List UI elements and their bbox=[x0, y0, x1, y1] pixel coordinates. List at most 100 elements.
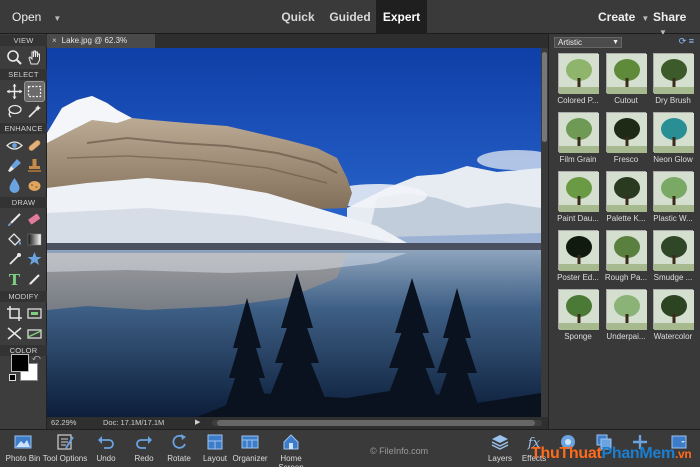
doc-size: Doc: 17.1M/17.1M bbox=[103, 418, 165, 427]
filter-thumbnail[interactable]: Sponge bbox=[555, 289, 601, 341]
filter-thumbnail[interactable]: Smudge ... bbox=[650, 230, 696, 282]
filter-thumbnail[interactable]: Neon Glow bbox=[650, 112, 696, 164]
bottom-bar: Photo Bin Tool Options Undo Redo Rotate … bbox=[0, 429, 700, 467]
hand-tool[interactable] bbox=[25, 48, 44, 67]
zoom-level[interactable]: 62.29% bbox=[51, 417, 76, 429]
vertical-scrollbar[interactable] bbox=[541, 48, 548, 417]
spot-healing-tool[interactable] bbox=[25, 136, 44, 155]
filter-thumbnail[interactable]: Dry Brush bbox=[650, 53, 696, 105]
photo-bin-button[interactable]: Photo Bin bbox=[4, 432, 42, 463]
pencil-tool[interactable] bbox=[25, 270, 44, 289]
filter-thumbnail[interactable]: Poster Ed... bbox=[555, 230, 601, 282]
filter-label: Watercolor bbox=[653, 332, 693, 341]
eyedropper-tool[interactable] bbox=[5, 250, 24, 269]
marquee-tool[interactable] bbox=[24, 81, 45, 102]
tree-preview-icon bbox=[559, 231, 599, 271]
content-aware-move-tool[interactable] bbox=[5, 324, 24, 343]
filter-thumbnail[interactable]: Underpai... bbox=[603, 289, 649, 341]
rotate-button[interactable]: Rotate bbox=[164, 432, 194, 463]
filter-thumbnail[interactable]: Film Grain bbox=[555, 112, 601, 164]
chevron-right-icon[interactable]: ▶ bbox=[195, 417, 200, 429]
sponge-icon bbox=[28, 181, 41, 191]
sponge-tool[interactable] bbox=[25, 176, 44, 195]
eraser-tool[interactable] bbox=[25, 210, 44, 229]
tab-expert[interactable]: Expert bbox=[376, 0, 427, 34]
horizontal-scrollbar-thumb[interactable] bbox=[217, 420, 535, 426]
type-tool[interactable]: T bbox=[5, 270, 24, 289]
crop-tool[interactable] bbox=[5, 304, 24, 323]
red-eye-tool[interactable] bbox=[5, 136, 24, 155]
tool-options-button[interactable]: Tool Options bbox=[42, 432, 88, 463]
quick-selection-tool[interactable] bbox=[25, 102, 44, 121]
organizer-button[interactable]: Organizer bbox=[232, 432, 268, 463]
eraser-icon bbox=[28, 213, 41, 225]
eye-icon bbox=[6, 141, 23, 150]
move-tool[interactable] bbox=[5, 82, 24, 101]
undo-button[interactable]: Undo bbox=[92, 432, 120, 463]
tab-quick[interactable]: Quick bbox=[275, 0, 321, 34]
swap-colors-icon[interactable]: ⤺ bbox=[32, 353, 41, 363]
filter-label: Paint Dau... bbox=[557, 214, 599, 223]
smart-brush-tool[interactable] bbox=[5, 156, 24, 175]
default-colors-icon[interactable] bbox=[9, 374, 16, 381]
clone-stamp-tool[interactable] bbox=[25, 156, 44, 175]
document-tab[interactable]: ×Lake.jpg @ 62.3% (RGB/8) bbox=[47, 34, 155, 59]
tab-guided[interactable]: Guided bbox=[326, 0, 374, 34]
home-screen-button[interactable]: Home Screen bbox=[268, 432, 314, 467]
paint-bucket-tool[interactable] bbox=[5, 230, 24, 249]
recompose-tool[interactable] bbox=[25, 304, 44, 323]
create-button[interactable]: Create ▼ bbox=[598, 10, 649, 24]
filter-thumbnail[interactable]: Rough Pa... bbox=[603, 230, 649, 282]
zoom-tool[interactable] bbox=[5, 48, 24, 67]
redo-button[interactable]: Redo bbox=[130, 432, 158, 463]
filter-thumbnail[interactable]: Plastic W... bbox=[650, 171, 696, 223]
rotate-label: Rotate bbox=[167, 454, 191, 463]
layers-button[interactable]: Layers bbox=[486, 432, 514, 463]
filter-preview-image bbox=[653, 289, 694, 330]
tree-preview-icon bbox=[607, 290, 647, 330]
filter-preview-image bbox=[558, 230, 599, 271]
magnifier-icon bbox=[7, 50, 22, 65]
photo-bin-icon bbox=[14, 435, 32, 449]
filter-thumbnail[interactable]: Cutout bbox=[603, 53, 649, 105]
lasso-tool[interactable] bbox=[5, 102, 24, 121]
layout-label: Layout bbox=[202, 454, 228, 463]
document-tab-bar: ×Lake.jpg @ 62.3% (RGB/8) bbox=[47, 34, 548, 59]
tree-preview-icon bbox=[607, 231, 647, 271]
filter-thumbnail[interactable]: Palette K... bbox=[603, 171, 649, 223]
filter-preview-image bbox=[558, 289, 599, 330]
tree-preview-icon bbox=[607, 54, 647, 94]
filter-category-value: Artistic bbox=[558, 38, 582, 47]
filter-label: Dry Brush bbox=[655, 96, 691, 105]
image-canvas[interactable] bbox=[47, 48, 541, 417]
filter-preview-image bbox=[606, 112, 647, 153]
filter-thumbnail[interactable]: Fresco bbox=[603, 112, 649, 164]
tree-preview-icon bbox=[559, 113, 599, 153]
filter-category-select[interactable]: Artistic ▼ bbox=[554, 37, 622, 48]
recompose-icon bbox=[27, 308, 42, 319]
top-bar: Open ▼ Quick Guided Expert Create ▼ Share▼ bbox=[0, 0, 700, 37]
close-tab-icon[interactable]: × bbox=[52, 36, 57, 45]
tree-preview-icon bbox=[559, 54, 599, 94]
panel-menu-icon[interactable]: ⟳ ≡ bbox=[679, 36, 694, 47]
straighten-tool[interactable] bbox=[25, 324, 44, 343]
foreground-color-swatch[interactable] bbox=[11, 354, 29, 372]
chevron-down-icon: ▼ bbox=[641, 14, 650, 23]
open-button[interactable]: Open ▼ bbox=[12, 10, 61, 24]
blur-tool[interactable] bbox=[5, 176, 24, 195]
brush-tool[interactable] bbox=[5, 210, 24, 229]
layout-button[interactable]: Layout bbox=[200, 432, 230, 463]
watermark-text: © FileInfo.com bbox=[370, 446, 429, 456]
filter-preview-image bbox=[653, 171, 694, 212]
gradient-tool[interactable] bbox=[25, 230, 44, 249]
filter-label: Fresco bbox=[613, 155, 639, 164]
custom-shape-tool[interactable] bbox=[25, 250, 44, 269]
filter-thumbnail[interactable]: Colored P... bbox=[555, 53, 601, 105]
filter-thumbnail[interactable]: Paint Dau... bbox=[555, 171, 601, 223]
bandage-icon bbox=[28, 140, 41, 151]
vertical-scrollbar-thumb[interactable] bbox=[542, 52, 547, 142]
horizontal-scrollbar[interactable] bbox=[212, 420, 542, 426]
redo-label: Redo bbox=[134, 454, 154, 463]
filter-thumbnail[interactable]: Watercolor bbox=[650, 289, 696, 341]
crop-icon bbox=[7, 306, 22, 321]
